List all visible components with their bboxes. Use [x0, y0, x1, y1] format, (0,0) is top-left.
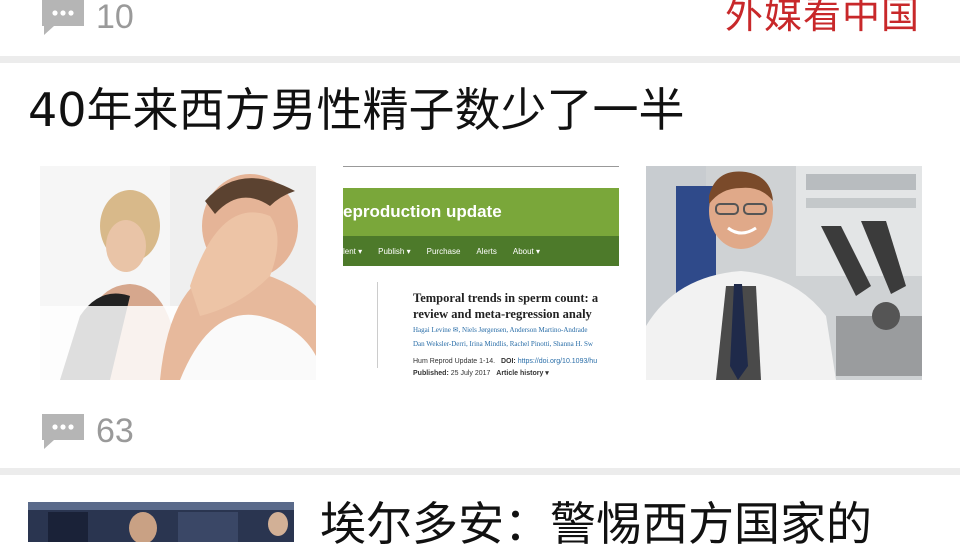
journal-nav: lent ▾ Publish ▾ Purchase Alerts About ▾ [343, 236, 619, 266]
journal-nav-item: Alerts [476, 246, 497, 256]
journal-published: Published: 25 July 2017 Article history … [413, 370, 549, 377]
journal-article: Temporal trends in sperm count: a review… [413, 290, 619, 379]
journal-article-title: review and meta-regression analy [413, 307, 592, 321]
journal-authors: Dan Weksler-Derri, Irina Mindlis, Rachel… [413, 340, 593, 348]
article-headline[interactable]: 40年来西方男性精子数少了一半 [28, 84, 685, 137]
journal-header [343, 166, 619, 189]
article-image-3[interactable] [646, 166, 922, 380]
divider [0, 56, 960, 63]
journal-reference: Hum Reprod Update 1-14. DOI: https://doi… [413, 358, 598, 365]
article-image-2[interactable]: eproduction update lent ▾ Publish ▾ Purc… [343, 166, 619, 380]
top-item-meta: 10 [40, 0, 134, 36]
article-image-1[interactable] [40, 166, 316, 380]
journal-article-title: Temporal trends in sperm count: a [413, 291, 599, 305]
journal-nav-item: Purchase [426, 246, 461, 256]
journal-authors: Hagai Levine ✉, Niels Jørgensen, Anderso… [413, 326, 588, 334]
next-article-image[interactable] [28, 502, 294, 542]
journal-nav-item: lent ▾ [343, 246, 363, 256]
comment-icon[interactable] [40, 412, 86, 450]
journal-nav-item: About ▾ [512, 246, 541, 256]
comment-count: 10 [96, 0, 134, 36]
article-image-strip[interactable]: eproduction update lent ▾ Publish ▾ Purc… [40, 166, 922, 380]
journal-title: eproduction update [343, 202, 502, 221]
journal-nav-item: Publish ▾ [378, 246, 411, 256]
journal-divider [377, 282, 378, 368]
divider [0, 468, 960, 475]
article-meta: 63 [40, 412, 134, 450]
comment-count: 63 [96, 412, 134, 450]
comment-icon[interactable] [40, 0, 86, 36]
next-article-headline[interactable]: 埃尔多安：警惕西方国家的 [320, 498, 872, 551]
category-tag[interactable]: 外媒看中国 [725, 0, 920, 34]
